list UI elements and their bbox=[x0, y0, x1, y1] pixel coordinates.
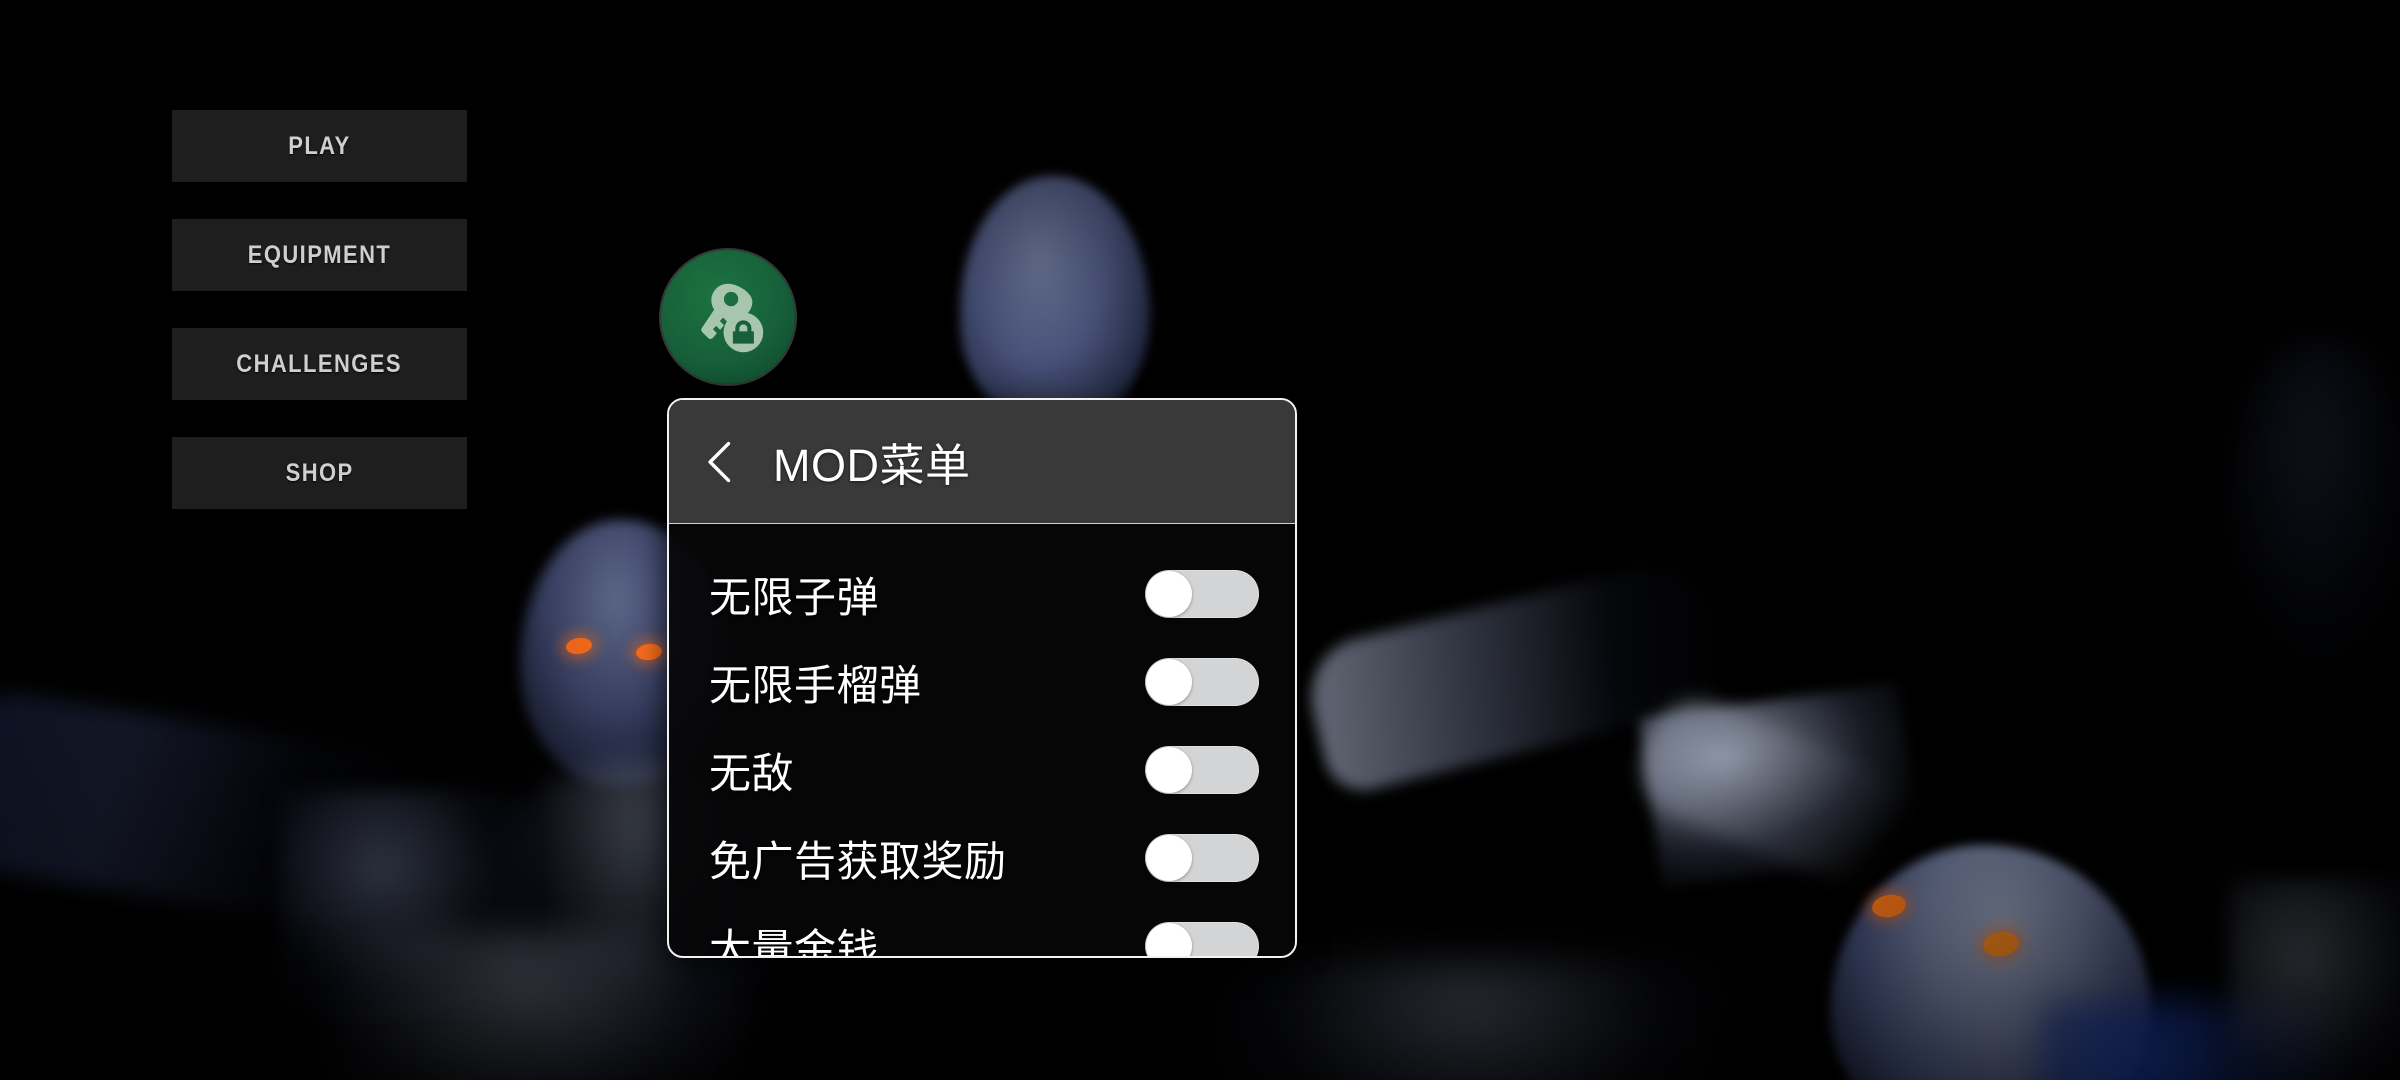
menu-button-play-label: PLAY bbox=[288, 131, 351, 160]
main-menu: PLAY EQUIPMENT CHALLENGES SHOP bbox=[172, 110, 467, 546]
toggle-knob bbox=[1146, 659, 1192, 705]
key-lock-icon bbox=[701, 283, 764, 353]
mod-label-lots-of-money: 大量金钱 bbox=[709, 925, 880, 958]
mod-toggle-unlimited-grenades[interactable] bbox=[1145, 658, 1259, 706]
zombie-mass-bottom-center bbox=[1220, 960, 1720, 1080]
key-lock-badge-button[interactable] bbox=[661, 250, 795, 384]
mod-toggle-lots-of-money[interactable] bbox=[1145, 922, 1259, 956]
zombie-hand-far-right bbox=[2230, 880, 2400, 1080]
toggle-knob bbox=[1146, 923, 1192, 956]
menu-button-challenges[interactable]: CHALLENGES bbox=[172, 328, 467, 400]
mod-label-unlimited-grenades: 无限手榴弹 bbox=[709, 661, 922, 709]
toggle-knob bbox=[1146, 571, 1192, 617]
menu-button-shop-label: SHOP bbox=[285, 458, 354, 487]
mod-toggle-invincible[interactable] bbox=[1145, 746, 1259, 794]
mod-label-invincible: 无敌 bbox=[709, 749, 795, 797]
mod-menu-panel: MOD菜单 无限子弹 无限手榴弹 无敌 免广告获取奖励 大量金钱 bbox=[667, 398, 1297, 958]
menu-button-equipment-label: EQUIPMENT bbox=[247, 240, 392, 269]
mod-menu-list: 无限子弹 无限手榴弹 无敌 免广告获取奖励 大量金钱 bbox=[669, 524, 1295, 958]
mod-menu-title: MOD菜单 bbox=[773, 440, 971, 491]
chevron-left-icon[interactable] bbox=[703, 439, 737, 485]
toggle-knob bbox=[1146, 747, 1192, 793]
menu-button-shop[interactable]: SHOP bbox=[172, 437, 467, 509]
menu-button-play[interactable]: PLAY bbox=[172, 110, 467, 182]
mod-toggle-unlimited-bullets[interactable] bbox=[1145, 570, 1259, 618]
toggle-knob bbox=[1146, 835, 1192, 881]
zombie-hand-right bbox=[1639, 682, 1921, 888]
mod-row-unlimited-bullets[interactable]: 无限子弹 bbox=[669, 550, 1295, 638]
mod-row-invincible[interactable]: 无敌 bbox=[669, 726, 1295, 814]
menu-button-challenges-label: CHALLENGES bbox=[236, 349, 403, 378]
mod-row-unlimited-grenades[interactable]: 无限手榴弹 bbox=[669, 638, 1295, 726]
mod-label-unlimited-bullets: 无限子弹 bbox=[709, 573, 880, 621]
mod-toggle-free-ad-rewards[interactable] bbox=[1145, 834, 1259, 882]
background-figure-right-far bbox=[2230, 340, 2400, 670]
zombie-head-center bbox=[960, 176, 1150, 426]
mod-menu-header: MOD菜单 bbox=[669, 400, 1295, 524]
menu-button-equipment[interactable]: EQUIPMENT bbox=[172, 219, 467, 291]
mod-row-free-ad-rewards[interactable]: 免广告获取奖励 bbox=[669, 814, 1295, 902]
mod-label-free-ad-rewards: 免广告获取奖励 bbox=[709, 837, 1007, 885]
mod-row-lots-of-money[interactable]: 大量金钱 bbox=[669, 902, 1295, 958]
